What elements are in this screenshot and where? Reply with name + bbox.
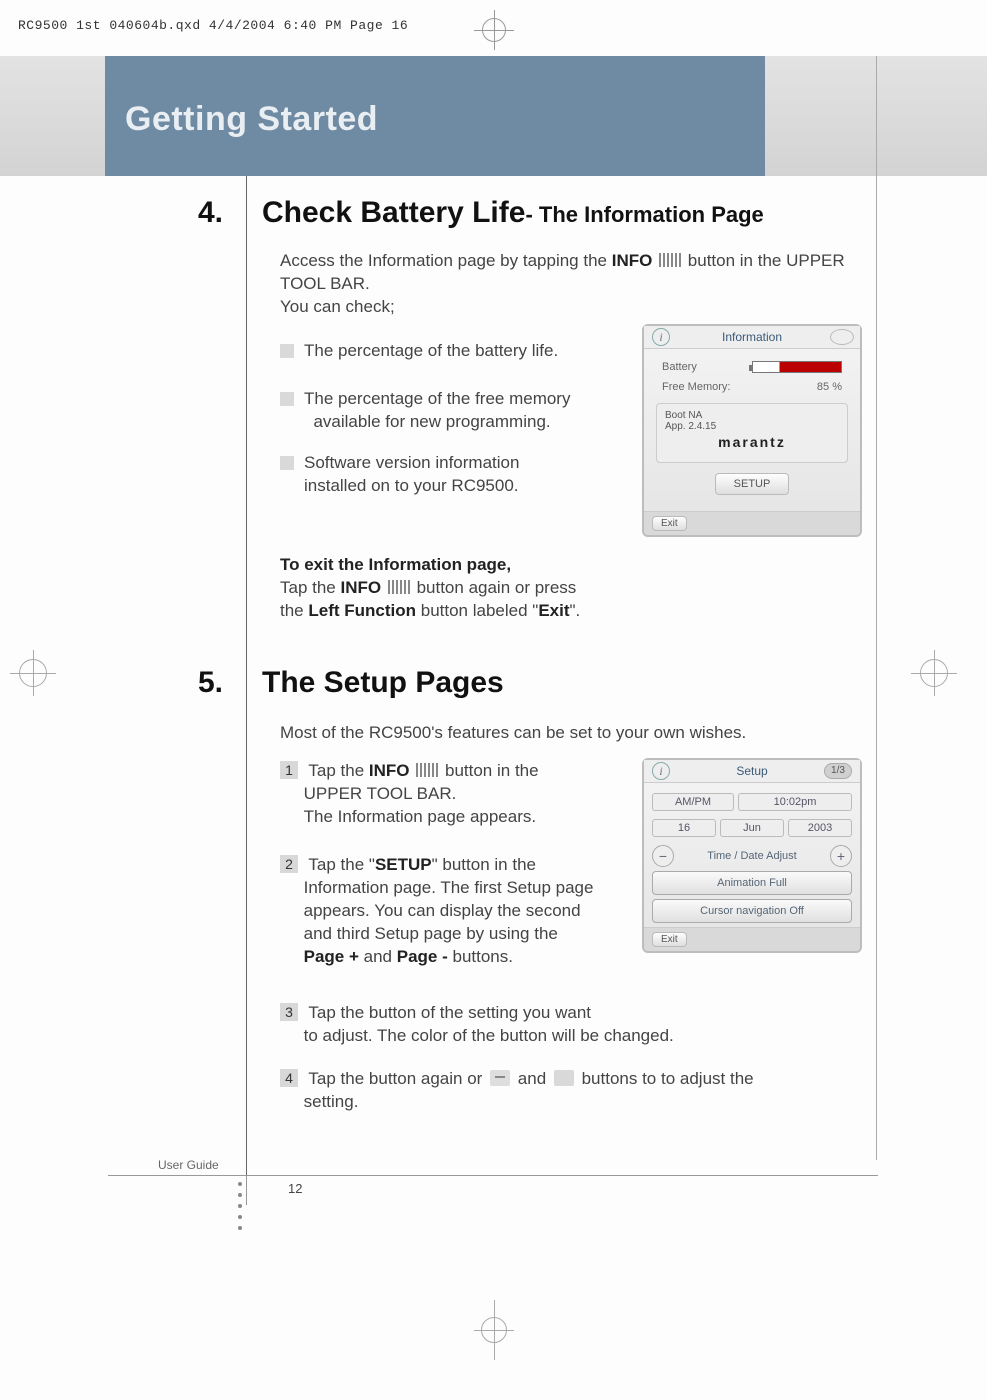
section-4-title-main: Check Battery Life bbox=[262, 196, 525, 229]
section-5-step-1: 1 Tap the INFO button in the UPPER TOOL … bbox=[280, 760, 630, 829]
device-info-title: Information bbox=[722, 330, 782, 344]
info-icon bbox=[416, 763, 438, 777]
device-info-footer: Exit bbox=[644, 511, 860, 535]
section-4-intro: Access the Information page by tapping t… bbox=[280, 250, 870, 319]
crop-mark-bottom bbox=[474, 1300, 514, 1360]
footer-dot-column bbox=[238, 1182, 244, 1230]
step-number-1: 1 bbox=[280, 761, 298, 779]
device-brand-label: marantz bbox=[665, 432, 839, 456]
chapter-title: Getting Started bbox=[125, 100, 378, 139]
bullet-icon bbox=[280, 456, 294, 470]
info-icon bbox=[659, 253, 681, 267]
crop-mark-top bbox=[474, 10, 514, 50]
device-battery-label: Battery bbox=[662, 361, 697, 373]
section-4-subtitle: - The Information Page bbox=[525, 202, 763, 227]
section-5-intro: Most of the RC9500's features can be set… bbox=[280, 722, 860, 745]
section-4-dotline: ........................................… bbox=[108, 230, 868, 234]
file-header: RC9500 1st 040604b.qxd 4/4/2004 6:40 PM … bbox=[0, 18, 408, 33]
user-guide-label: User Guide bbox=[158, 1158, 219, 1172]
section-5-dotline: ........................................… bbox=[108, 700, 868, 704]
section-5-step-3: 3 Tap the button of the setting you want… bbox=[280, 1002, 840, 1048]
section-4-title: Check Battery Life- The Information Page bbox=[262, 196, 764, 230]
device-boot-label: Boot NA bbox=[665, 410, 839, 421]
section-5-step-4: 4 Tap the button again or and buttons to… bbox=[280, 1068, 840, 1114]
device-setup-screenshot: i Setup 1/3 AM/PM 10:02pm 16 Jun 2003 − … bbox=[642, 758, 862, 953]
device-freemem-value: 85 % bbox=[817, 381, 842, 393]
device-time-date-adjust: Time / Date Adjust bbox=[678, 850, 826, 862]
device-ampm-button[interactable]: AM/PM bbox=[652, 793, 734, 811]
step-number-4: 4 bbox=[280, 1069, 298, 1087]
section-5-title: The Setup Pages bbox=[262, 666, 504, 700]
page-number: 12 bbox=[246, 1181, 302, 1196]
section-5-step-2: 2 Tap the "SETUP" button in the Informat… bbox=[280, 854, 636, 969]
device-exit-button[interactable]: Exit bbox=[652, 932, 687, 947]
minus-button-icon bbox=[490, 1070, 510, 1086]
device-freemem-label: Free Memory: bbox=[662, 381, 730, 393]
device-info-titlebar: i Information bbox=[644, 326, 860, 349]
bullet-icon bbox=[280, 344, 294, 358]
device-battery-row: Battery bbox=[652, 357, 852, 377]
device-cursor-nav-button[interactable]: Cursor navigation Off bbox=[652, 899, 852, 923]
section-4-bullet-2: The percentage of the free memory availa… bbox=[304, 388, 624, 434]
device-app-label: App. 2.4.15 bbox=[665, 421, 839, 432]
section-5-number: 5. bbox=[198, 666, 223, 700]
device-setup-footer: Exit bbox=[644, 927, 860, 951]
device-time-value[interactable]: 10:02pm bbox=[738, 793, 852, 811]
step-number-3: 3 bbox=[280, 1003, 298, 1021]
device-exit-button[interactable]: Exit bbox=[652, 516, 687, 531]
registration-mark-right bbox=[911, 650, 957, 696]
device-setup-title: Setup bbox=[736, 764, 767, 778]
step-number-2: 2 bbox=[280, 855, 298, 873]
info-i-icon: i bbox=[652, 762, 670, 780]
section-4-exit-para: To exit the Information page, Tap the IN… bbox=[280, 554, 640, 623]
device-plus-button[interactable]: + bbox=[830, 845, 852, 867]
device-setup-button[interactable]: SETUP bbox=[715, 473, 790, 495]
bullet-icon bbox=[280, 392, 294, 406]
device-month-value[interactable]: Jun bbox=[720, 819, 784, 837]
device-info-screenshot: i Information Battery Free Memory: 85 % … bbox=[642, 324, 862, 537]
section-4-bullet-1: The percentage of the battery life. bbox=[304, 340, 624, 363]
battery-gauge-icon bbox=[752, 361, 842, 373]
device-animation-button[interactable]: Animation Full bbox=[652, 871, 852, 895]
registration-mark-left bbox=[10, 650, 56, 696]
info-icon bbox=[388, 580, 410, 594]
device-setup-titlebar: i Setup 1/3 bbox=[644, 760, 860, 783]
device-minus-button[interactable]: − bbox=[652, 845, 674, 867]
section-4-bullet-3: Software version informationinstalled on… bbox=[304, 452, 624, 498]
section-4-number: 4. bbox=[198, 196, 223, 230]
device-freemem-row: Free Memory: 85 % bbox=[652, 377, 852, 397]
device-page-indicator: 1/3 bbox=[824, 763, 852, 779]
body-vertical-divider bbox=[246, 176, 247, 1176]
page-frame-right bbox=[876, 56, 877, 1160]
info-i-icon: i bbox=[652, 328, 670, 346]
device-oval-icon bbox=[830, 329, 854, 345]
footer-rule bbox=[108, 1175, 878, 1176]
plus-button-icon bbox=[554, 1070, 574, 1086]
device-day-value[interactable]: 16 bbox=[652, 819, 716, 837]
device-year-value[interactable]: 2003 bbox=[788, 819, 852, 837]
